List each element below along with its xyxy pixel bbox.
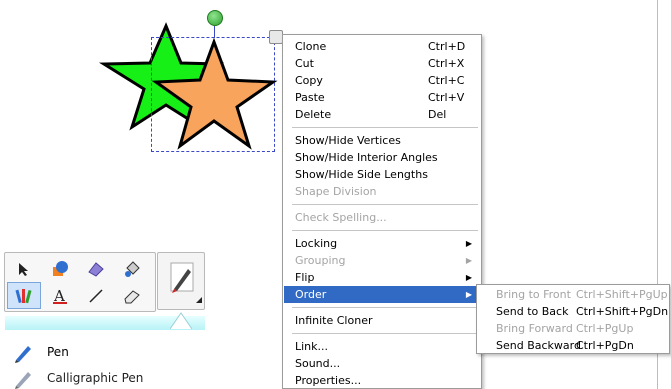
menu-item-show-hide-side-lengths[interactable]: Show/Hide Side Lengths	[284, 166, 480, 183]
submenu-arrow-icon: ▶	[465, 239, 472, 248]
menu-item-paste[interactable]: Paste Ctrl+V	[284, 89, 480, 106]
tool-grid: A	[4, 252, 156, 312]
submenu-arrow-icon: ▶	[465, 256, 472, 265]
order-submenu: Bring to Front Ctrl+Shift+PgUp Send to Ba…	[476, 284, 670, 354]
menu-item-shape-division: Shape Division	[295, 185, 377, 198]
submenu-item-bring-forward: Bring Forward Ctrl+PgUp	[496, 322, 634, 335]
menu-item-grouping: Grouping ▶	[295, 254, 472, 267]
menu-item-sound[interactable]: Sound...	[284, 355, 480, 372]
submenu-arrow-icon: ▶	[465, 290, 472, 299]
submenu-arrow-icon: ▶	[465, 273, 472, 282]
line-icon[interactable]	[79, 282, 113, 309]
rotation-stem	[214, 26, 215, 38]
menu-separator	[292, 333, 478, 334]
context-menu: Clone Ctrl+D Cut Ctrl+X Copy Ctrl+C Paste Ct…	[282, 34, 482, 389]
menu-item-flip[interactable]: Flip ▶	[284, 269, 480, 286]
object-menu-handle[interactable]	[269, 30, 283, 44]
bucket-icon[interactable]	[115, 255, 149, 282]
menu-item-infinite-cloner[interactable]: Infinite Cloner	[284, 312, 480, 329]
menu-item-link[interactable]: Link...	[284, 338, 480, 355]
pen-preview-icon	[170, 262, 202, 303]
menu-separator	[292, 127, 478, 128]
menu-separator	[292, 204, 478, 205]
rotation-handle[interactable]	[207, 10, 223, 26]
shapes-icon[interactable]	[43, 255, 77, 282]
menu-separator	[292, 230, 478, 231]
menu-item-delete[interactable]: Delete Del	[284, 106, 480, 123]
pen-icon	[15, 346, 31, 363]
calligraphic-pen-icon	[15, 372, 31, 389]
panel-notch	[170, 312, 192, 330]
select-arrow-icon[interactable]	[7, 255, 41, 282]
menu-item-order[interactable]: Order ▶	[284, 286, 480, 303]
pens-icon[interactable]	[7, 282, 41, 309]
current-pen-button[interactable]	[157, 252, 205, 310]
text-icon[interactable]: A	[43, 282, 77, 309]
menu-item-copy[interactable]: Copy Ctrl+C	[284, 72, 480, 89]
submenu-item-bring-to-front: Bring to Front Ctrl+Shift+PgUp	[496, 288, 668, 301]
menu-item-clone[interactable]: Clone Ctrl+D	[284, 38, 480, 55]
fill-icon[interactable]	[79, 255, 113, 282]
selection-box[interactable]	[151, 37, 275, 152]
menu-item-show-hide-interior-angles[interactable]: Show/Hide Interior Angles	[284, 149, 480, 166]
menu-separator	[292, 307, 478, 308]
eraser-icon[interactable]	[115, 282, 149, 309]
submenu-item-send-to-back[interactable]: Send to Back Ctrl+Shift+PgDn	[478, 303, 668, 320]
menu-item-properties[interactable]: Properties...	[284, 372, 480, 389]
menu-item-show-hide-vertices[interactable]: Show/Hide Vertices	[284, 132, 480, 149]
menu-item-check-spelling: Check Spelling...	[295, 211, 387, 224]
menu-item-cut[interactable]: Cut Ctrl+X	[284, 55, 480, 72]
submenu-item-send-backward[interactable]: Send Backward Ctrl+PgDn	[478, 337, 668, 354]
menu-item-locking[interactable]: Locking ▶	[284, 235, 480, 252]
